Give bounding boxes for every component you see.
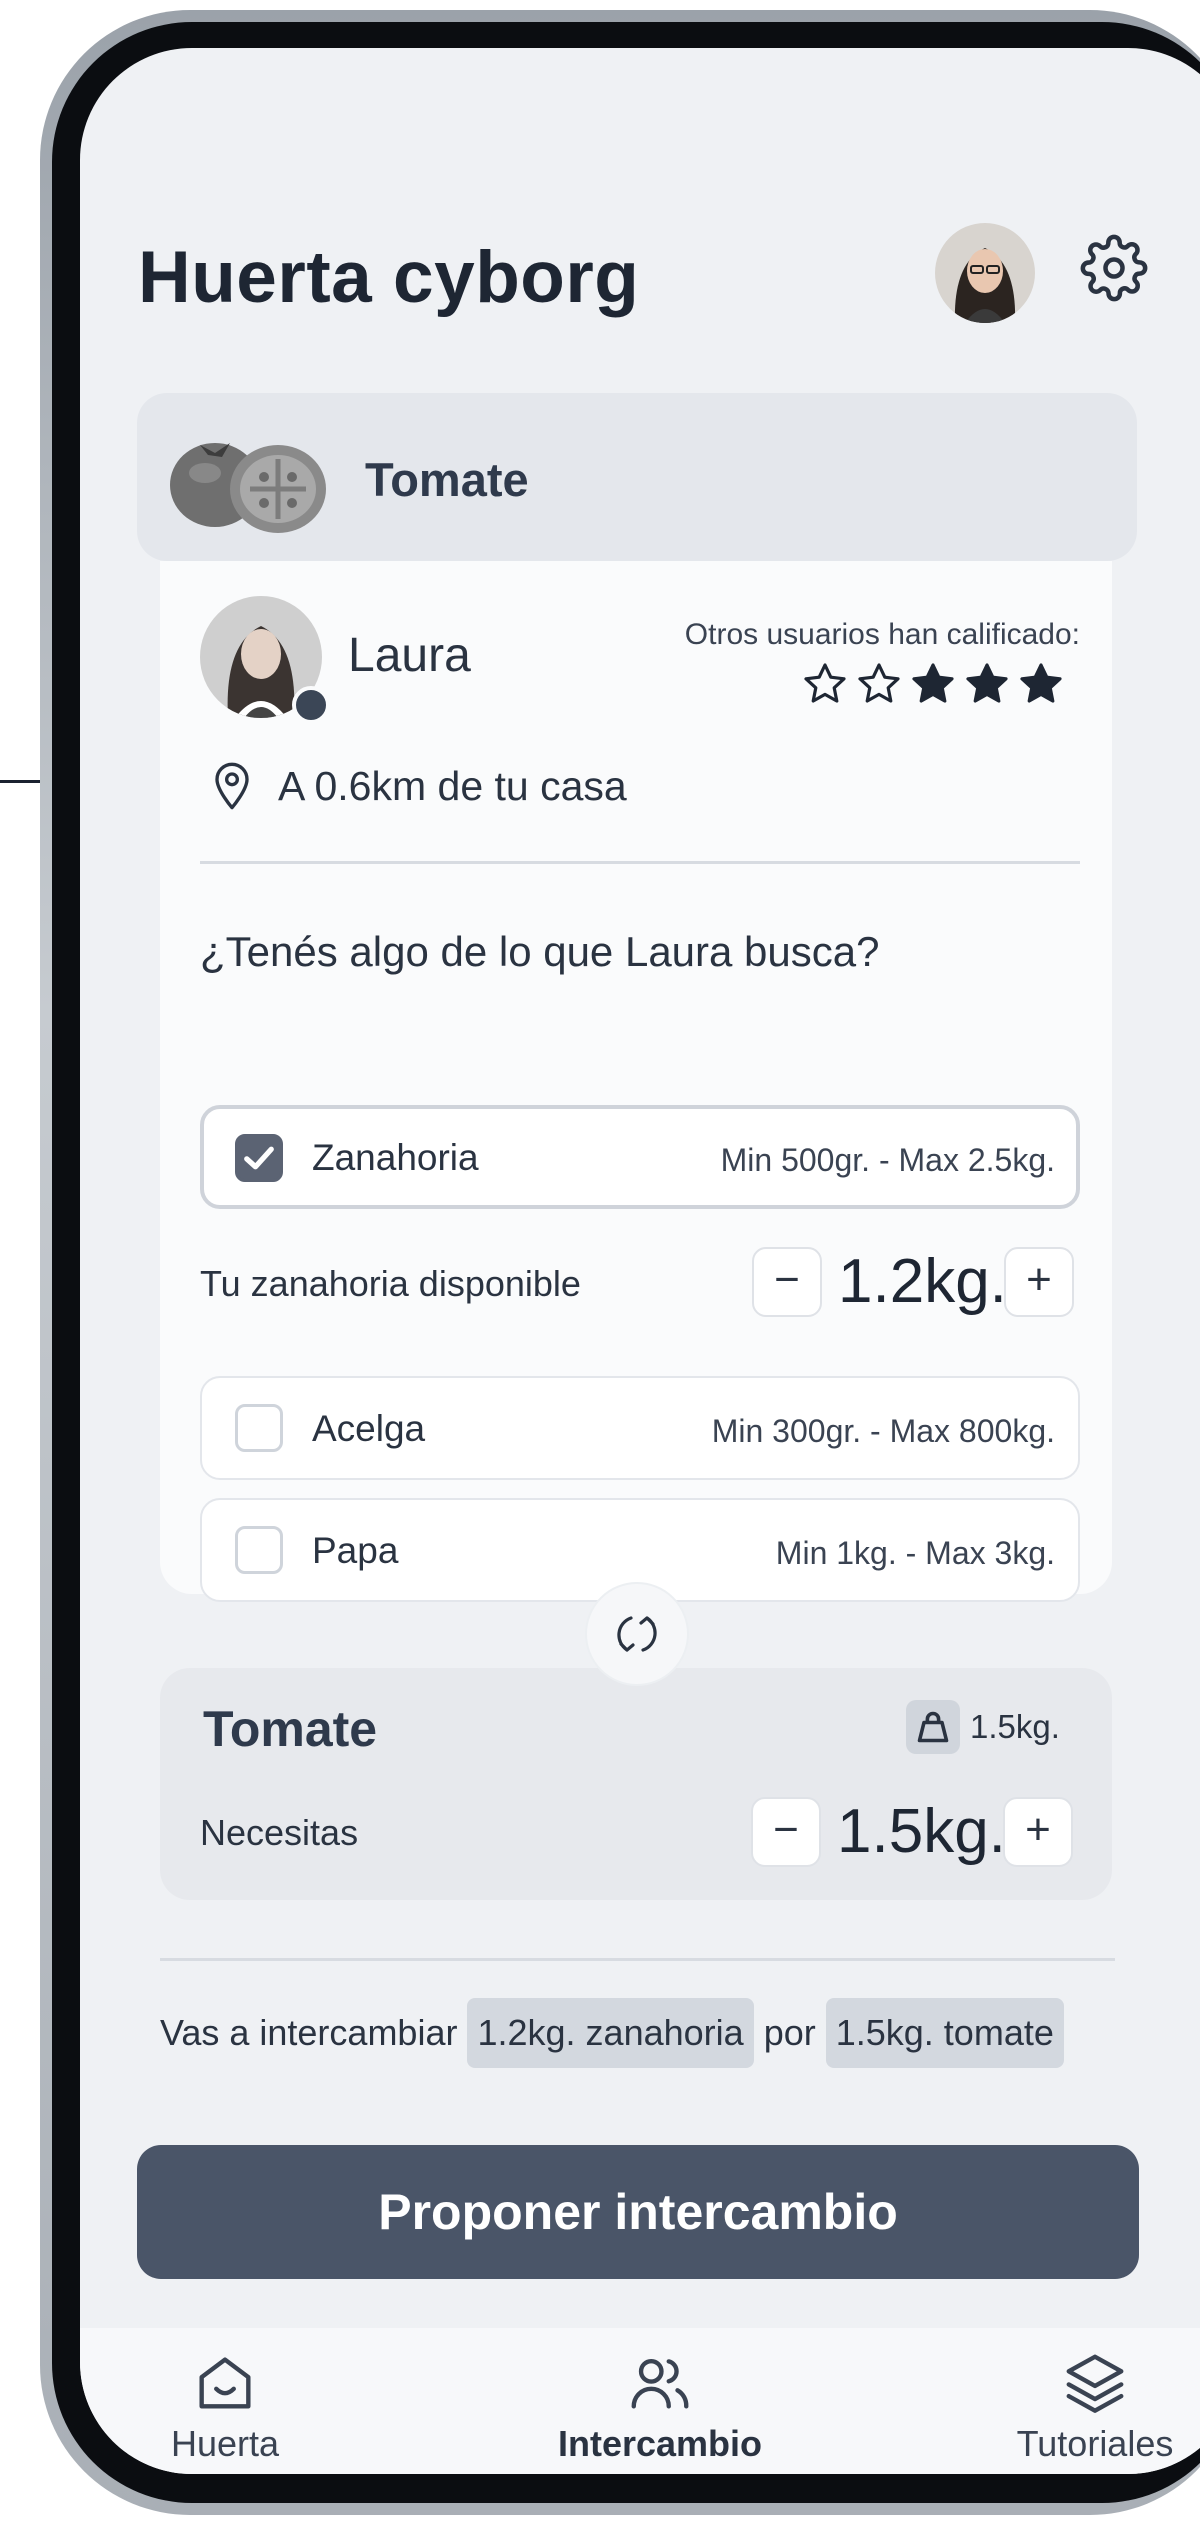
- need-decrease-button[interactable]: −: [751, 1797, 821, 1867]
- star-filled-icon: [966, 663, 1008, 703]
- tab-label: Huerta: [170, 2423, 280, 2464]
- divider: [160, 1958, 1115, 1961]
- decrease-button[interactable]: −: [752, 1247, 822, 1317]
- page-title: Huerta cyborg: [138, 237, 640, 318]
- give-chip: 1.2kg. zanahoria: [467, 1998, 754, 2068]
- propose-exchange-button[interactable]: Proponer intercambio: [137, 2145, 1139, 2279]
- option-range: Min 1kg. - Max 3kg.: [775, 1535, 1055, 1571]
- need-increase-button[interactable]: +: [1003, 1797, 1073, 1867]
- star-filled-icon: [1020, 663, 1062, 703]
- need-label: Necesitas: [200, 1812, 359, 1853]
- bag-icon: [906, 1700, 960, 1754]
- exchange-summary: Vas a intercambiar 1.2kg. zanahoria por …: [160, 1998, 1064, 2068]
- swap-button[interactable]: [585, 1582, 689, 1686]
- tab-label: Tutoriales: [1016, 2423, 1174, 2464]
- gear-icon[interactable]: [1080, 234, 1148, 302]
- rating-label: Otros usuarios han calificado:: [684, 618, 1080, 651]
- option-name: Papa: [312, 1530, 399, 1571]
- product-name: Tomate: [365, 453, 529, 506]
- checkbox-acelga[interactable]: [235, 1404, 283, 1452]
- summary-prefix: Vas a intercambiar: [160, 2012, 458, 2053]
- seller-name: Laura: [348, 629, 471, 682]
- online-status-dot: [292, 686, 330, 724]
- users-icon: [631, 2358, 689, 2409]
- option-name: Zanahoria: [312, 1137, 479, 1178]
- tab-tutoriales[interactable]: Tutoriales: [1000, 2348, 1190, 2465]
- divider: [200, 861, 1080, 864]
- summary-connector: por: [763, 2012, 816, 2053]
- seller-location: A 0.6km de tu casa: [278, 763, 627, 809]
- offer-question: ¿Tenés algo de lo que Laura busca?: [200, 928, 880, 975]
- stock-amount: 1.5kg.: [970, 1708, 1060, 1745]
- star-outline-icon: [858, 663, 900, 703]
- increase-button[interactable]: +: [1004, 1247, 1074, 1317]
- app-screen: Huerta cyborg Tomate Laura Otros usuario…: [80, 48, 1200, 2474]
- tab-huerta[interactable]: Huerta: [155, 2348, 295, 2465]
- user-avatar[interactable]: [935, 223, 1035, 323]
- available-label: Tu zanahoria disponible: [200, 1263, 581, 1304]
- layers-icon: [1066, 2354, 1124, 2413]
- home-icon: [199, 2357, 251, 2409]
- available-quantity: 1.2kg.: [838, 1247, 1007, 1316]
- star-filled-icon: [912, 663, 954, 703]
- option-name: Acelga: [312, 1408, 426, 1449]
- tab-intercambio[interactable]: Intercambio: [510, 2348, 810, 2465]
- location-pin-icon: [212, 760, 252, 812]
- tab-label: Intercambio: [557, 2423, 763, 2464]
- tomato-image: [160, 423, 335, 543]
- option-range: Min 300gr. - Max 800kg.: [711, 1413, 1055, 1449]
- option-range: Min 500gr. - Max 2.5kg.: [720, 1142, 1055, 1178]
- checkbox-papa[interactable]: [235, 1526, 283, 1574]
- need-quantity: 1.5kg.: [837, 1797, 1006, 1866]
- star-outline-icon: [804, 663, 846, 703]
- checkbox-zanahoria[interactable]: [235, 1134, 283, 1182]
- get-chip: 1.5kg. tomate: [825, 1998, 1064, 2068]
- need-title: Tomate: [203, 1701, 378, 1757]
- rating-stars: [795, 660, 1065, 720]
